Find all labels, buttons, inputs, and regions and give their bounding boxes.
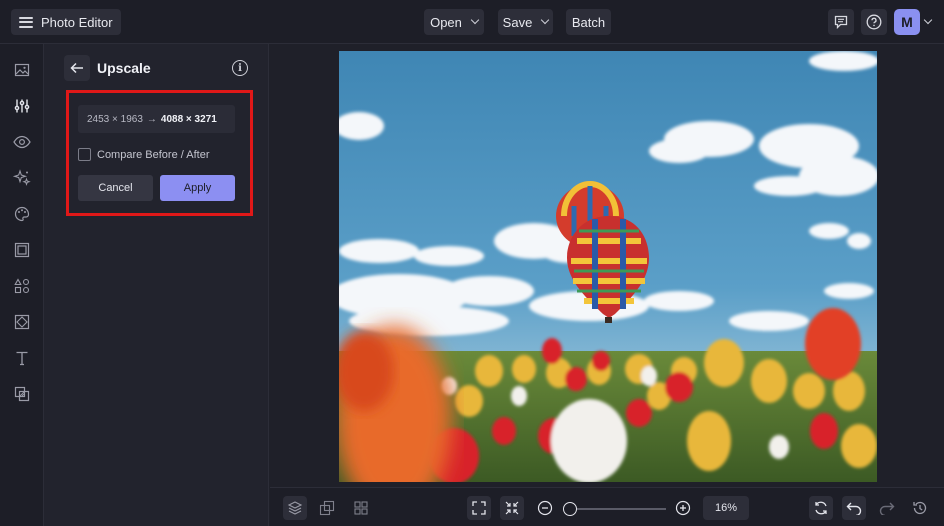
eye-icon[interactable]	[12, 132, 32, 152]
history-icon	[912, 500, 928, 516]
top-bar: Photo Editor Open Save Batch M	[0, 0, 944, 44]
batch-label: Batch	[571, 14, 606, 30]
grid-icon	[354, 501, 368, 515]
batch-button[interactable]: Batch	[566, 9, 611, 35]
zoom-out-icon	[537, 500, 553, 516]
hamburger-icon	[19, 16, 33, 28]
refresh-icon	[813, 500, 829, 516]
upscale-panel: Upscale i 2453 × 1963 → 4088 × 3271 Comp…	[44, 44, 269, 526]
account-menu-chevron[interactable]	[923, 15, 933, 25]
app-menu-button[interactable]: Photo Editor	[11, 9, 121, 35]
grid-button[interactable]	[349, 496, 373, 520]
palette-icon[interactable]	[12, 204, 32, 224]
help-icon	[866, 14, 882, 30]
layers-icon	[287, 500, 303, 516]
chevron-down-icon	[923, 15, 933, 25]
zoom-level[interactable]: 16%	[703, 496, 749, 520]
reset-button[interactable]	[809, 496, 833, 520]
redo-button[interactable]	[875, 496, 899, 520]
back-button[interactable]	[64, 55, 90, 81]
dimensions-display: 2453 × 1963 → 4088 × 3271	[78, 105, 235, 133]
zoom-slider-knob[interactable]	[563, 502, 577, 516]
feedback-button[interactable]	[828, 9, 854, 35]
compare-checkbox[interactable]	[78, 148, 91, 161]
arrow-left-icon	[70, 62, 84, 74]
photo-preview[interactable]	[339, 51, 877, 482]
chevron-down-icon	[541, 15, 550, 25]
sparkle-effects-icon[interactable]	[12, 168, 32, 188]
frame-icon[interactable]	[12, 240, 32, 260]
shapes-icon[interactable]	[12, 276, 32, 296]
fit-screen-button[interactable]	[467, 496, 491, 520]
zoom-slider-track[interactable]	[568, 508, 666, 510]
bottom-bar: 16%	[270, 487, 944, 526]
collapse-icon	[505, 501, 519, 515]
actual-size-button[interactable]	[500, 496, 524, 520]
save-label: Save	[502, 14, 533, 30]
save-button[interactable]: Save	[498, 9, 553, 35]
app-title: Photo Editor	[41, 14, 113, 30]
open-label: Open	[430, 14, 462, 30]
compare-toggle[interactable]: Compare Before / After	[78, 148, 210, 161]
zoom-in-button[interactable]	[671, 496, 695, 520]
new-size: 4088 × 3271	[160, 113, 217, 125]
zoom-out-button[interactable]	[533, 496, 557, 520]
redo-icon	[879, 501, 895, 515]
original-size: 2453 × 1963	[87, 113, 143, 125]
overlay-icon[interactable]	[12, 384, 32, 404]
texture-icon[interactable]	[12, 312, 32, 332]
cancel-button[interactable]: Cancel	[78, 175, 153, 201]
chevron-down-icon	[470, 15, 480, 25]
history-button[interactable]	[908, 496, 932, 520]
help-button[interactable]	[861, 9, 887, 35]
layers-button[interactable]	[283, 496, 307, 520]
open-button[interactable]: Open	[424, 9, 484, 35]
tool-rail	[0, 44, 44, 526]
undo-button[interactable]	[842, 496, 866, 520]
image-icon[interactable]	[12, 60, 32, 80]
panel-title: Upscale	[97, 60, 151, 76]
arrow-right-icon: →	[146, 113, 157, 125]
compare-view-button[interactable]	[315, 496, 339, 520]
text-icon[interactable]	[12, 348, 32, 368]
info-icon[interactable]: i	[232, 60, 248, 76]
avatar[interactable]: M	[894, 9, 920, 35]
feedback-icon	[834, 15, 848, 29]
canvas-area	[270, 44, 944, 487]
avatar-initial: M	[901, 14, 913, 30]
expand-icon	[472, 501, 486, 515]
undo-icon	[846, 501, 862, 515]
compare-label: Compare Before / After	[97, 148, 210, 161]
apply-button[interactable]: Apply	[160, 175, 235, 201]
compare-icon	[319, 500, 335, 516]
zoom-in-icon	[675, 500, 691, 516]
adjustments-icon[interactable]	[12, 96, 32, 116]
